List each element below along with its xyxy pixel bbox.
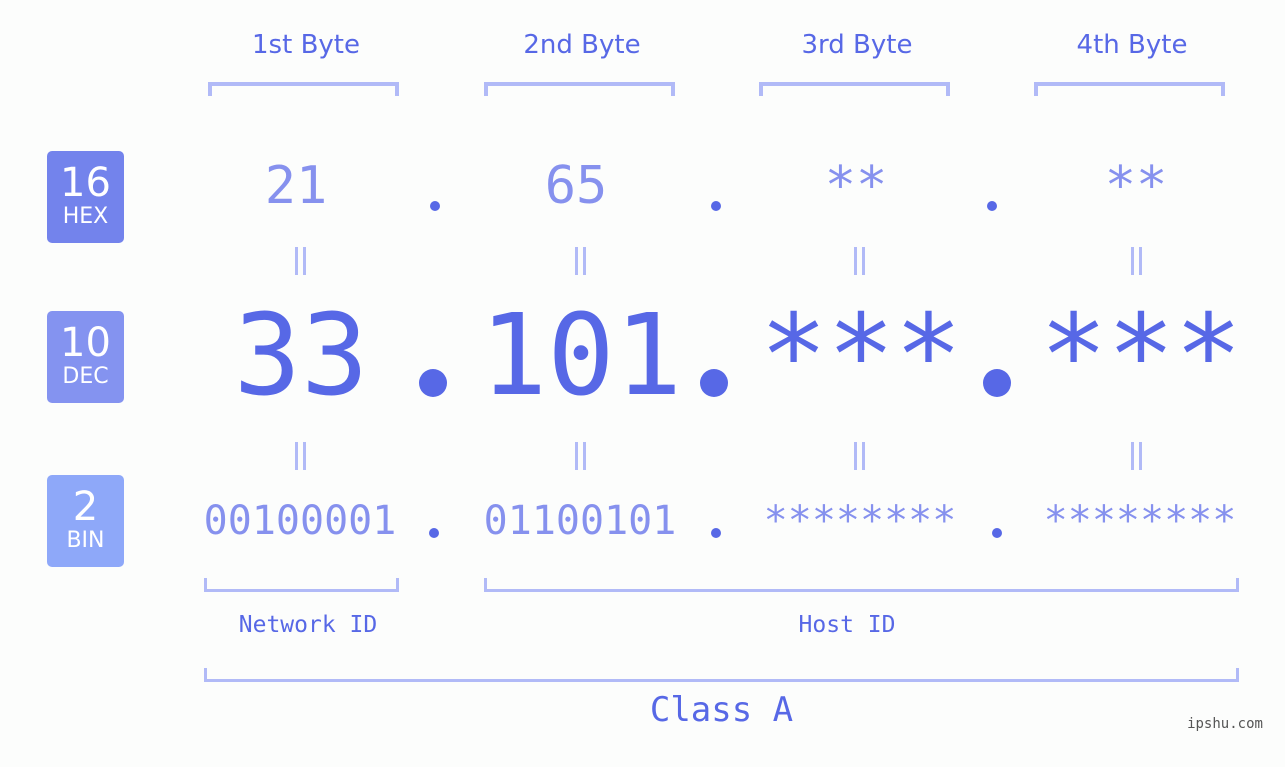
hex-value-4: ** [1104,156,1168,216]
hex-dot-3 [987,201,997,211]
hex-badge-label: HEX [62,204,109,229]
byte-bracket-1 [208,82,399,96]
byte-header-4: 4th Byte [1076,30,1188,60]
byte-header-3: 3rd Byte [801,30,913,60]
byte-bracket-3 [759,82,950,96]
class-bracket [204,668,1239,682]
watermark: ipshu.com [1187,716,1263,732]
bin-value-2: 01100101 [483,498,677,544]
dec-dot-3 [983,369,1011,397]
equals-icon [1128,247,1144,275]
bin-badge: 2 BIN [47,475,124,567]
byte-bracket-4 [1034,82,1225,96]
dec-value-1: 33 [233,291,369,421]
bin-dot-2 [711,528,721,538]
hex-value-1: 21 [264,156,328,216]
dec-badge-number: 10 [60,320,111,366]
bin-value-1: 00100001 [203,498,397,544]
equals-icon [851,247,867,275]
bin-value-4: ******** [1043,498,1237,544]
equals-icon [292,247,308,275]
hex-value-3: ** [824,156,888,216]
host-id-label: Host ID [798,612,896,638]
bin-badge-number: 2 [72,484,99,530]
equals-icon [1128,442,1144,470]
byte-header-2: 2nd Byte [523,30,641,60]
hex-badge-number: 16 [60,160,111,206]
dec-dot-1 [419,369,447,397]
hex-dot-2 [711,201,721,211]
bin-dot-3 [992,528,1002,538]
class-label: Class A [649,690,794,730]
bin-dot-1 [429,528,439,538]
dec-value-3: *** [759,291,963,421]
dec-badge-label: DEC [62,364,109,389]
dec-dot-2 [700,369,728,397]
host-id-bracket [484,578,1239,592]
bin-value-3: ******** [763,498,957,544]
hex-value-2: 65 [544,156,608,216]
equals-icon [572,247,588,275]
equals-icon [572,442,588,470]
equals-icon [851,442,867,470]
hex-dot-1 [430,201,440,211]
bin-badge-label: BIN [66,528,105,553]
network-id-bracket [204,578,399,592]
hex-badge: 16 HEX [47,151,124,243]
dec-value-4: *** [1039,291,1243,421]
dec-value-2: 101 [479,291,683,421]
dec-badge: 10 DEC [47,311,124,403]
equals-icon [292,442,308,470]
network-id-label: Network ID [238,612,378,638]
byte-header-1: 1st Byte [252,30,360,60]
byte-bracket-2 [484,82,675,96]
